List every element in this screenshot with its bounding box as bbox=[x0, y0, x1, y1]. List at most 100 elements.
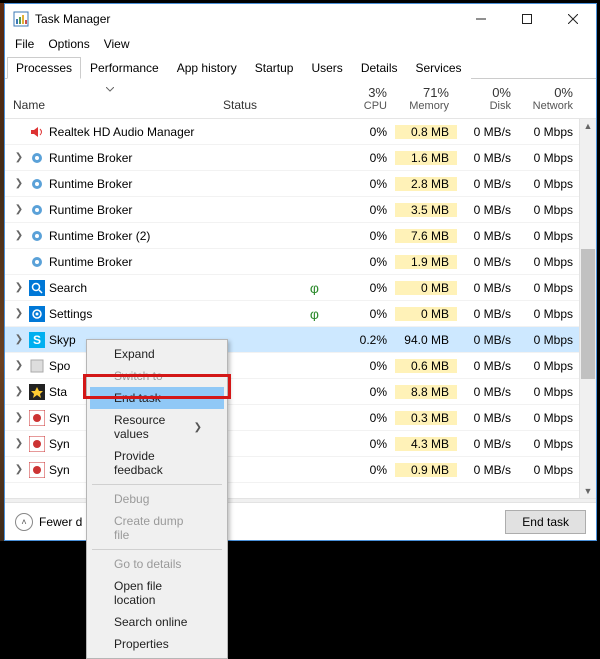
context-menu-debug: Debug bbox=[90, 488, 224, 510]
process-name: Runtime Broker (2) bbox=[49, 229, 150, 243]
expand-icon[interactable]: ❯ bbox=[13, 178, 25, 189]
memory-value: 0 MB bbox=[395, 281, 457, 295]
disk-value: 0 MB/s bbox=[457, 281, 519, 295]
menu-file[interactable]: File bbox=[9, 35, 40, 53]
context-menu-create-dump-file: Create dump file bbox=[90, 510, 224, 546]
context-menu-search-online[interactable]: Search online bbox=[90, 611, 224, 633]
context-menu-label: Go to details bbox=[114, 557, 181, 571]
tab-startup[interactable]: Startup bbox=[246, 57, 303, 79]
expand-icon[interactable]: ❯ bbox=[13, 334, 25, 345]
context-menu-resource-values[interactable]: Resource values❯ bbox=[90, 409, 224, 445]
window-title: Task Manager bbox=[35, 12, 458, 26]
disk-value: 0 MB/s bbox=[457, 385, 519, 399]
tab-app-history[interactable]: App history bbox=[168, 57, 246, 79]
expand-icon[interactable]: ❯ bbox=[13, 152, 25, 163]
network-value: 0 Mbps bbox=[519, 359, 579, 373]
context-menu-properties[interactable]: Properties bbox=[90, 633, 224, 655]
network-value: 0 Mbps bbox=[519, 203, 579, 217]
memory-value: 1.6 MB bbox=[395, 151, 457, 165]
table-row[interactable]: ❯Runtime Broker0%3.5 MB0 MB/s0 Mbps bbox=[5, 197, 579, 223]
expand-icon[interactable]: ❯ bbox=[13, 204, 25, 215]
process-icon bbox=[29, 202, 45, 218]
expand-icon[interactable]: ❯ bbox=[13, 282, 25, 293]
table-row[interactable]: ❯Searchφ0%0 MB0 MB/s0 Mbps bbox=[5, 275, 579, 301]
context-menu-separator bbox=[92, 484, 222, 485]
network-value: 0 Mbps bbox=[519, 437, 579, 451]
cpu-value: 0% bbox=[333, 307, 395, 321]
table-row[interactable]: Runtime Broker0%1.9 MB0 MB/s0 Mbps bbox=[5, 249, 579, 275]
process-name: Search bbox=[49, 281, 87, 295]
minimize-button[interactable] bbox=[458, 4, 504, 34]
context-menu-separator bbox=[92, 549, 222, 550]
vertical-scrollbar[interactable]: ▲ ▼ bbox=[579, 119, 596, 498]
cpu-value: 0% bbox=[333, 229, 395, 243]
process-name: Runtime Broker bbox=[49, 177, 132, 191]
cpu-value: 0% bbox=[333, 463, 395, 477]
titlebar[interactable]: Task Manager bbox=[5, 4, 596, 34]
memory-value: 0.8 MB bbox=[395, 125, 457, 139]
col-name[interactable]: Name bbox=[5, 79, 215, 118]
fewer-details-button[interactable]: ˄ Fewer d bbox=[15, 513, 82, 531]
process-name: Realtek HD Audio Manager bbox=[49, 125, 194, 139]
menu-view[interactable]: View bbox=[98, 35, 136, 53]
cpu-value: 0% bbox=[333, 385, 395, 399]
end-task-button[interactable]: End task bbox=[505, 510, 586, 534]
expand-icon[interactable]: ❯ bbox=[13, 438, 25, 449]
disk-value: 0 MB/s bbox=[457, 463, 519, 477]
context-menu-expand[interactable]: Expand bbox=[90, 343, 224, 365]
col-memory[interactable]: 71%Memory bbox=[395, 79, 457, 118]
disk-value: 0 MB/s bbox=[457, 177, 519, 191]
col-disk[interactable]: 0%Disk bbox=[457, 79, 519, 118]
process-icon bbox=[29, 436, 45, 452]
app-icon bbox=[13, 11, 29, 27]
cpu-value: 0% bbox=[333, 125, 395, 139]
process-name: Syn bbox=[49, 463, 70, 477]
disk-value: 0 MB/s bbox=[457, 437, 519, 451]
cpu-value: 0% bbox=[333, 437, 395, 451]
context-menu-open-file-location[interactable]: Open file location bbox=[90, 575, 224, 611]
network-value: 0 Mbps bbox=[519, 281, 579, 295]
memory-value: 94.0 MB bbox=[395, 333, 457, 347]
expand-icon[interactable]: ❯ bbox=[13, 464, 25, 475]
chevron-up-icon: ˄ bbox=[15, 513, 33, 531]
table-row[interactable]: ❯Settingsφ0%0 MB0 MB/s0 Mbps bbox=[5, 301, 579, 327]
tab-users[interactable]: Users bbox=[302, 57, 351, 79]
network-value: 0 Mbps bbox=[519, 177, 579, 191]
memory-value: 0.3 MB bbox=[395, 411, 457, 425]
cpu-value: 0.2% bbox=[333, 333, 395, 347]
context-menu-end-task[interactable]: End task bbox=[90, 387, 224, 409]
maximize-button[interactable] bbox=[504, 4, 550, 34]
table-row[interactable]: ❯Runtime Broker0%2.8 MB0 MB/s0 Mbps bbox=[5, 171, 579, 197]
tab-strip: ProcessesPerformanceApp historyStartupUs… bbox=[5, 56, 596, 79]
col-network[interactable]: 0%Network bbox=[519, 79, 581, 118]
expand-icon[interactable]: ❯ bbox=[13, 308, 25, 319]
tab-services[interactable]: Services bbox=[407, 57, 471, 79]
table-row[interactable]: ❯Runtime Broker (2)0%7.6 MB0 MB/s0 Mbps bbox=[5, 223, 579, 249]
process-name: Spo bbox=[49, 359, 70, 373]
table-row[interactable]: ❯Runtime Broker0%1.6 MB0 MB/s0 Mbps bbox=[5, 145, 579, 171]
context-menu-provide-feedback[interactable]: Provide feedback bbox=[90, 445, 224, 481]
scroll-down-icon[interactable]: ▼ bbox=[580, 484, 596, 498]
menu-options[interactable]: Options bbox=[42, 35, 95, 53]
expand-icon[interactable]: ❯ bbox=[13, 360, 25, 371]
close-button[interactable] bbox=[550, 4, 596, 34]
process-icon bbox=[29, 462, 45, 478]
tab-processes[interactable]: Processes bbox=[7, 57, 81, 79]
expand-icon[interactable]: ❯ bbox=[13, 230, 25, 241]
expand-icon[interactable]: ❯ bbox=[13, 412, 25, 423]
process-icon bbox=[29, 358, 45, 374]
process-name: Syn bbox=[49, 411, 70, 425]
scrollbar-thumb[interactable] bbox=[581, 249, 595, 379]
table-row[interactable]: Realtek HD Audio Manager0%0.8 MB0 MB/s0 … bbox=[5, 119, 579, 145]
scroll-up-icon[interactable]: ▲ bbox=[580, 119, 596, 133]
context-menu-label: Search online bbox=[114, 615, 187, 629]
expand-icon[interactable]: ❯ bbox=[13, 386, 25, 397]
col-cpu[interactable]: 3%CPU bbox=[333, 79, 395, 118]
col-status[interactable]: Status bbox=[215, 79, 333, 118]
context-menu-label: Provide feedback bbox=[114, 449, 202, 477]
network-value: 0 Mbps bbox=[519, 463, 579, 477]
tab-details[interactable]: Details bbox=[352, 57, 407, 79]
process-name: Runtime Broker bbox=[49, 151, 132, 165]
context-menu-label: Properties bbox=[114, 637, 169, 651]
tab-performance[interactable]: Performance bbox=[81, 57, 168, 79]
